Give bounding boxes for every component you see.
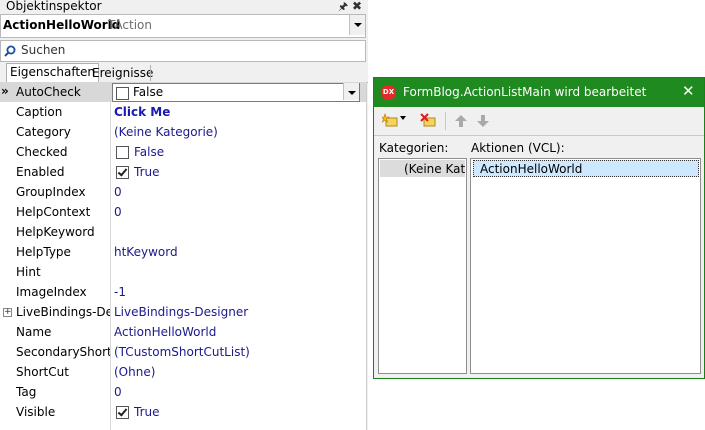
tab-divider <box>150 65 151 81</box>
property-value[interactable]: (Keine Kategorie) <box>114 125 218 139</box>
grid-column-divider[interactable] <box>110 82 111 430</box>
property-value[interactable]: (Ohne) <box>114 365 155 379</box>
selected-object-type: TAction <box>108 18 152 32</box>
expand-icon[interactable]: + <box>3 308 12 317</box>
property-value: True <box>134 405 160 419</box>
action-label: ActionHelloWorld <box>480 162 583 176</box>
list-item[interactable]: (Keine Kategorie) <box>380 160 466 177</box>
property-row-livebindings[interactable]: + LiveBindings-Designer LiveBindings-Des… <box>0 302 366 322</box>
property-row-enabled[interactable]: Enabled True <box>0 162 366 182</box>
tab-events[interactable]: Ereignisse <box>89 65 156 81</box>
property-value[interactable]: ActionHelloWorld <box>114 325 216 339</box>
actions-list[interactable]: ActionHelloWorld <box>470 158 701 374</box>
property-row-hint[interactable]: Hint <box>0 262 366 282</box>
property-row-helptype[interactable]: HelpType htKeyword <box>0 242 366 262</box>
property-name: HelpContext <box>16 205 91 219</box>
current-row-marker: » <box>1 84 9 98</box>
property-value[interactable]: htKeyword <box>114 245 178 259</box>
new-action-icon[interactable] <box>382 113 398 129</box>
delete-action-icon[interactable] <box>420 113 436 129</box>
checked-checkbox[interactable] <box>116 146 129 159</box>
property-value[interactable]: -1 <box>114 285 126 299</box>
property-value: True <box>134 165 160 179</box>
property-row-category[interactable]: Category (Keine Kategorie) <box>0 122 366 142</box>
search-icon <box>4 45 16 57</box>
property-name: AutoCheck <box>16 85 81 99</box>
property-row-groupindex[interactable]: GroupIndex 0 <box>0 182 366 202</box>
property-name: Enabled <box>16 165 65 179</box>
property-name: HelpType <box>16 245 71 259</box>
property-row-shortcut[interactable]: ShortCut (Ohne) <box>0 362 366 382</box>
property-row-caption[interactable]: Caption Click Me <box>0 102 366 122</box>
editor-toolbar <box>374 107 704 136</box>
object-selector[interactable]: ActionHelloWorld TAction <box>0 14 366 38</box>
property-row-imageindex[interactable]: ImageIndex -1 <box>0 282 366 302</box>
object-inspector-panel: Objektinspektor 🖈 ✖ ActionHelloWorld TAc… <box>0 0 368 430</box>
property-row-tag[interactable]: Tag 0 <box>0 382 366 402</box>
inspector-title: Objektinspektor <box>6 0 102 13</box>
categories-list[interactable]: (Keine Kategorie) <box>378 158 467 374</box>
pin-icon[interactable]: 🖈 <box>338 0 348 14</box>
inspector-tabs: Eigenschaften Ereignisse <box>0 63 368 83</box>
enabled-checkbox[interactable] <box>116 166 129 179</box>
close-icon[interactable]: ✖ <box>352 0 362 13</box>
property-row-visible[interactable]: Visible True <box>0 402 366 422</box>
property-row-secondaryshortcuts[interactable]: SecondaryShortCuts (TCustomShortCutList) <box>0 342 366 362</box>
property-value[interactable]: 0 <box>114 205 122 219</box>
toolbar-separator <box>445 112 446 130</box>
property-name: ShortCut <box>16 365 69 379</box>
property-row-checked[interactable]: Checked False <box>0 142 366 162</box>
property-name: Caption <box>16 105 63 119</box>
chevron-down-icon[interactable] <box>349 15 365 35</box>
editor-title: FormBlog.ActionListMain wird bearbeitet <box>403 85 647 99</box>
property-name: Name <box>16 325 52 339</box>
property-name: Tag <box>16 385 37 399</box>
move-up-icon[interactable] <box>454 114 468 128</box>
tab-properties[interactable]: Eigenschaften <box>6 63 100 83</box>
property-name: HelpKeyword <box>16 225 95 239</box>
property-value[interactable]: 0 <box>114 185 122 199</box>
property-value: False <box>134 145 165 159</box>
move-down-icon[interactable] <box>476 114 490 128</box>
list-item[interactable]: ActionHelloWorld <box>473 160 699 177</box>
property-value[interactable]: LiveBindings-Designer <box>114 305 248 319</box>
search-input[interactable]: Suchen <box>0 40 366 62</box>
selected-object-name: ActionHelloWorld <box>3 18 121 32</box>
property-value[interactable]: 0 <box>114 385 122 399</box>
property-grid: » AutoCheck False Caption Click Me Categ… <box>0 82 367 430</box>
editor-title-bar[interactable]: DX FormBlog.ActionListMain wird bearbeit… <box>374 78 704 107</box>
autocheck-value-editor[interactable]: False <box>112 83 360 102</box>
autocheck-checkbox[interactable] <box>116 87 129 100</box>
property-name: GroupIndex <box>16 185 86 199</box>
property-name: Category <box>16 125 71 139</box>
search-placeholder: Suchen <box>21 43 66 57</box>
property-name: LiveBindings-Designer <box>16 305 110 319</box>
property-row-helpcontext[interactable]: HelpContext 0 <box>0 202 366 222</box>
property-name: Visible <box>16 405 56 419</box>
property-value[interactable]: Click Me <box>114 105 170 119</box>
property-name: SecondaryShortCuts <box>16 345 110 359</box>
categories-label: Kategorien: <box>379 141 449 155</box>
property-value[interactable]: (TCustomShortCutList) <box>114 345 250 359</box>
property-name: Hint <box>16 265 41 279</box>
actions-label: Aktionen (VCL): <box>471 141 565 155</box>
property-row-helpkeyword[interactable]: HelpKeyword <box>0 222 366 242</box>
dropdown-arrow-icon[interactable] <box>400 116 406 120</box>
property-name: Checked <box>16 145 68 159</box>
category-label: (Keine Kategorie) <box>404 162 466 176</box>
property-value: False <box>133 85 164 99</box>
chevron-down-icon[interactable] <box>343 83 359 100</box>
delphi-logo-icon: DX <box>381 85 396 100</box>
close-icon[interactable]: ✕ <box>682 82 695 100</box>
property-row-name[interactable]: Name ActionHelloWorld <box>0 322 366 342</box>
property-row-autocheck[interactable]: » AutoCheck False <box>0 82 366 102</box>
visible-checkbox[interactable] <box>116 406 129 419</box>
property-name: ImageIndex <box>16 285 87 299</box>
inspector-title-bar: Objektinspektor 🖈 ✖ <box>0 0 368 14</box>
action-list-editor-window: DX FormBlog.ActionListMain wird bearbeit… <box>373 77 705 379</box>
